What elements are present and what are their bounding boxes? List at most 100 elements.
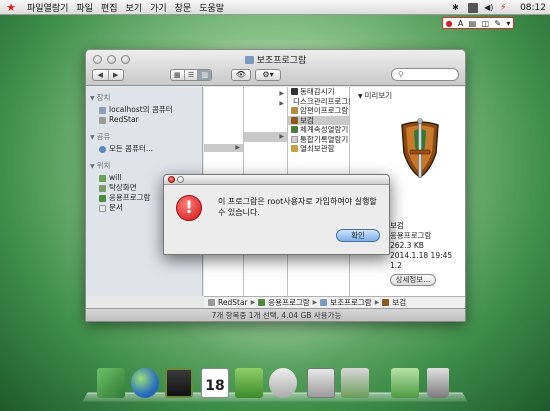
action-gear-button[interactable]: ⚙▾: [255, 69, 281, 81]
alert-dialog: ! 이 프로그람은 root사용자로 가입하여야 실행할수 있습니다. 확인: [163, 174, 390, 255]
list-item-activity-monitor[interactable]: 동태감시기: [288, 87, 349, 97]
monitor-icon: [291, 88, 298, 96]
alert-icon: !: [176, 195, 202, 221]
hard-disk-icon: [208, 299, 215, 306]
applications-icon: [258, 299, 266, 306]
list-item-disk-utility[interactable]: 디스크관리프로그람: [288, 97, 355, 107]
list-item-log-viewer[interactable]: 통합기록열람기: [288, 135, 349, 145]
window-title: 보조프로그람: [256, 56, 307, 66]
column-row[interactable]: ▶: [244, 99, 287, 109]
path-bar: RedStar ▶ 응용프로그람 ▶ 보조프로그람 ▶ 보검: [204, 296, 465, 308]
column-row[interactable]: ▶: [244, 89, 287, 99]
sidebar-item-redstar[interactable]: RedStar: [99, 115, 202, 125]
quick-look-button[interactable]: 👁: [231, 69, 251, 81]
menu-help[interactable]: 도움말: [199, 1, 224, 14]
shield-icon: [291, 116, 298, 124]
list-view-button[interactable]: ☰: [185, 70, 199, 80]
path-segment-utilities[interactable]: 보조프로그람: [330, 297, 371, 308]
dock-contacts-icon[interactable]: [235, 368, 263, 398]
sidebar-item-all-computers[interactable]: 모든 콤퓨터...: [99, 144, 202, 154]
sidebar-section-places[interactable]: ▼ 위치: [90, 160, 202, 171]
input-indicator-icon[interactable]: ●: [446, 19, 453, 28]
more-info-button[interactable]: 상세정보...: [390, 274, 436, 286]
power-icon[interactable]: ⚡: [500, 3, 510, 13]
lock-icon: [291, 107, 298, 115]
status-tray: ✱ ◀) ⚡ 08:12: [452, 0, 546, 15]
dock-system-prefs-icon[interactable]: [341, 368, 369, 398]
dialog-titlebar[interactable]: [164, 175, 389, 185]
menu-window[interactable]: 창문: [175, 1, 192, 14]
list-item-encrypt-tool[interactable]: 암편이프로그람: [288, 106, 349, 116]
dock: 18: [82, 364, 468, 408]
icon-view-button[interactable]: ▦: [171, 70, 185, 80]
status-bar: 7개 항목중 1개 선택, 4.04 GB 사용가능: [86, 308, 465, 321]
folder-icon: [244, 56, 254, 64]
path-segment-redstar[interactable]: RedStar: [218, 297, 248, 308]
forward-button[interactable]: ▶: [109, 70, 124, 80]
red-star-menu-icon[interactable]: ★: [3, 1, 19, 14]
preview-version: 1.2: [390, 261, 402, 270]
network-icon: [99, 145, 106, 153]
column-row-selected[interactable]: ▶: [204, 144, 243, 152]
dock-downloads-icon[interactable]: [391, 368, 419, 398]
search-input[interactable]: ⚲: [391, 68, 459, 81]
clock[interactable]: 08:12: [520, 3, 546, 13]
dock-file-browser-icon[interactable]: [97, 368, 125, 398]
menu-file[interactable]: 파일: [76, 1, 93, 14]
dock-calendar-icon[interactable]: 18: [201, 368, 229, 398]
dock-browser-icon[interactable]: [131, 368, 159, 398]
input-tool-icon[interactable]: ✎: [494, 19, 501, 28]
menu-file-browser[interactable]: 파일열람기: [27, 1, 68, 14]
dock-calculator-icon[interactable]: [307, 368, 335, 398]
menu-view[interactable]: 보기: [126, 1, 143, 14]
view-mode-buttons: ▦ ☰ ▥: [170, 69, 212, 81]
applications-icon: [99, 194, 106, 202]
dock-trash-icon[interactable]: [427, 368, 449, 398]
shield-icon: [382, 299, 390, 306]
list-item-bogum[interactable]: 보검: [288, 115, 349, 125]
preview-modified: 2014.1.18 19:45: [390, 251, 453, 260]
input-settings-icon[interactable]: ◫: [482, 19, 490, 28]
path-segment-applications[interactable]: 응용프로그람: [268, 297, 309, 308]
back-forward-buttons: ◀ ▶: [92, 69, 124, 81]
input-mode-label[interactable]: A: [458, 19, 463, 28]
input-method-palette[interactable]: ● A ▤ ◫ ✎ ▾: [442, 17, 514, 29]
folder-icon: [320, 299, 328, 306]
back-button[interactable]: ◀: [93, 70, 109, 80]
sidebar-section-devices[interactable]: ▼ 장치: [90, 92, 202, 103]
dialog-minimize-button[interactable]: [177, 176, 184, 183]
input-layout-icon[interactable]: ▤: [469, 19, 477, 28]
path-segment-bogum[interactable]: 보검: [392, 297, 406, 308]
bogum-app-icon: [401, 118, 439, 178]
column-view-button[interactable]: ▥: [198, 70, 212, 80]
dock-preview-icon[interactable]: [269, 368, 297, 398]
log-icon: [291, 135, 298, 143]
search-icon: ⚲: [398, 70, 404, 79]
dialog-close-button[interactable]: [168, 176, 175, 183]
preview-kind: 응용프로그람: [390, 231, 432, 240]
dialog-message: 이 프로그람은 root사용자로 가입하여야 실행할수 있습니다.: [218, 197, 377, 217]
desktop-icon: [99, 184, 106, 192]
display-icon[interactable]: [468, 2, 479, 13]
hard-disk-icon: [99, 116, 106, 124]
window-titlebar[interactable]: 보조프로그람 ◀ ▶ ▦ ☰ ▥ 👁 ⚙▾ ⚲: [86, 50, 465, 86]
ok-button[interactable]: 확인: [336, 229, 380, 242]
bluetooth-icon[interactable]: ✱: [452, 3, 462, 13]
volume-icon[interactable]: ◀): [484, 3, 494, 13]
documents-icon: [99, 204, 106, 212]
home-icon: [99, 174, 106, 182]
dock-video-icon[interactable]: [165, 368, 193, 398]
menu-edit[interactable]: 편집: [101, 1, 118, 14]
preview-name: 보검: [390, 221, 404, 230]
sidebar-item-localhost[interactable]: localhost의 콤퓨터: [99, 105, 202, 115]
sidebar-section-shared[interactable]: ▼ 공유: [90, 131, 202, 142]
computer-icon: [99, 106, 106, 114]
preview-info: 보검 응용프로그람 262.3 KB 2014.1.18 19:45 1.2: [390, 221, 452, 271]
menu-go[interactable]: 가기: [150, 1, 167, 14]
column-row-selected[interactable]: ▶: [244, 132, 287, 142]
preview-size: 262.3 KB: [390, 241, 424, 250]
list-item-system-info[interactable]: 체계속성열람기: [288, 125, 349, 135]
input-menu-icon[interactable]: ▾: [506, 19, 510, 28]
preview-heading[interactable]: ▼ 미리보기: [350, 87, 465, 101]
list-item-keychain[interactable]: 열쇠보관함: [288, 144, 349, 154]
